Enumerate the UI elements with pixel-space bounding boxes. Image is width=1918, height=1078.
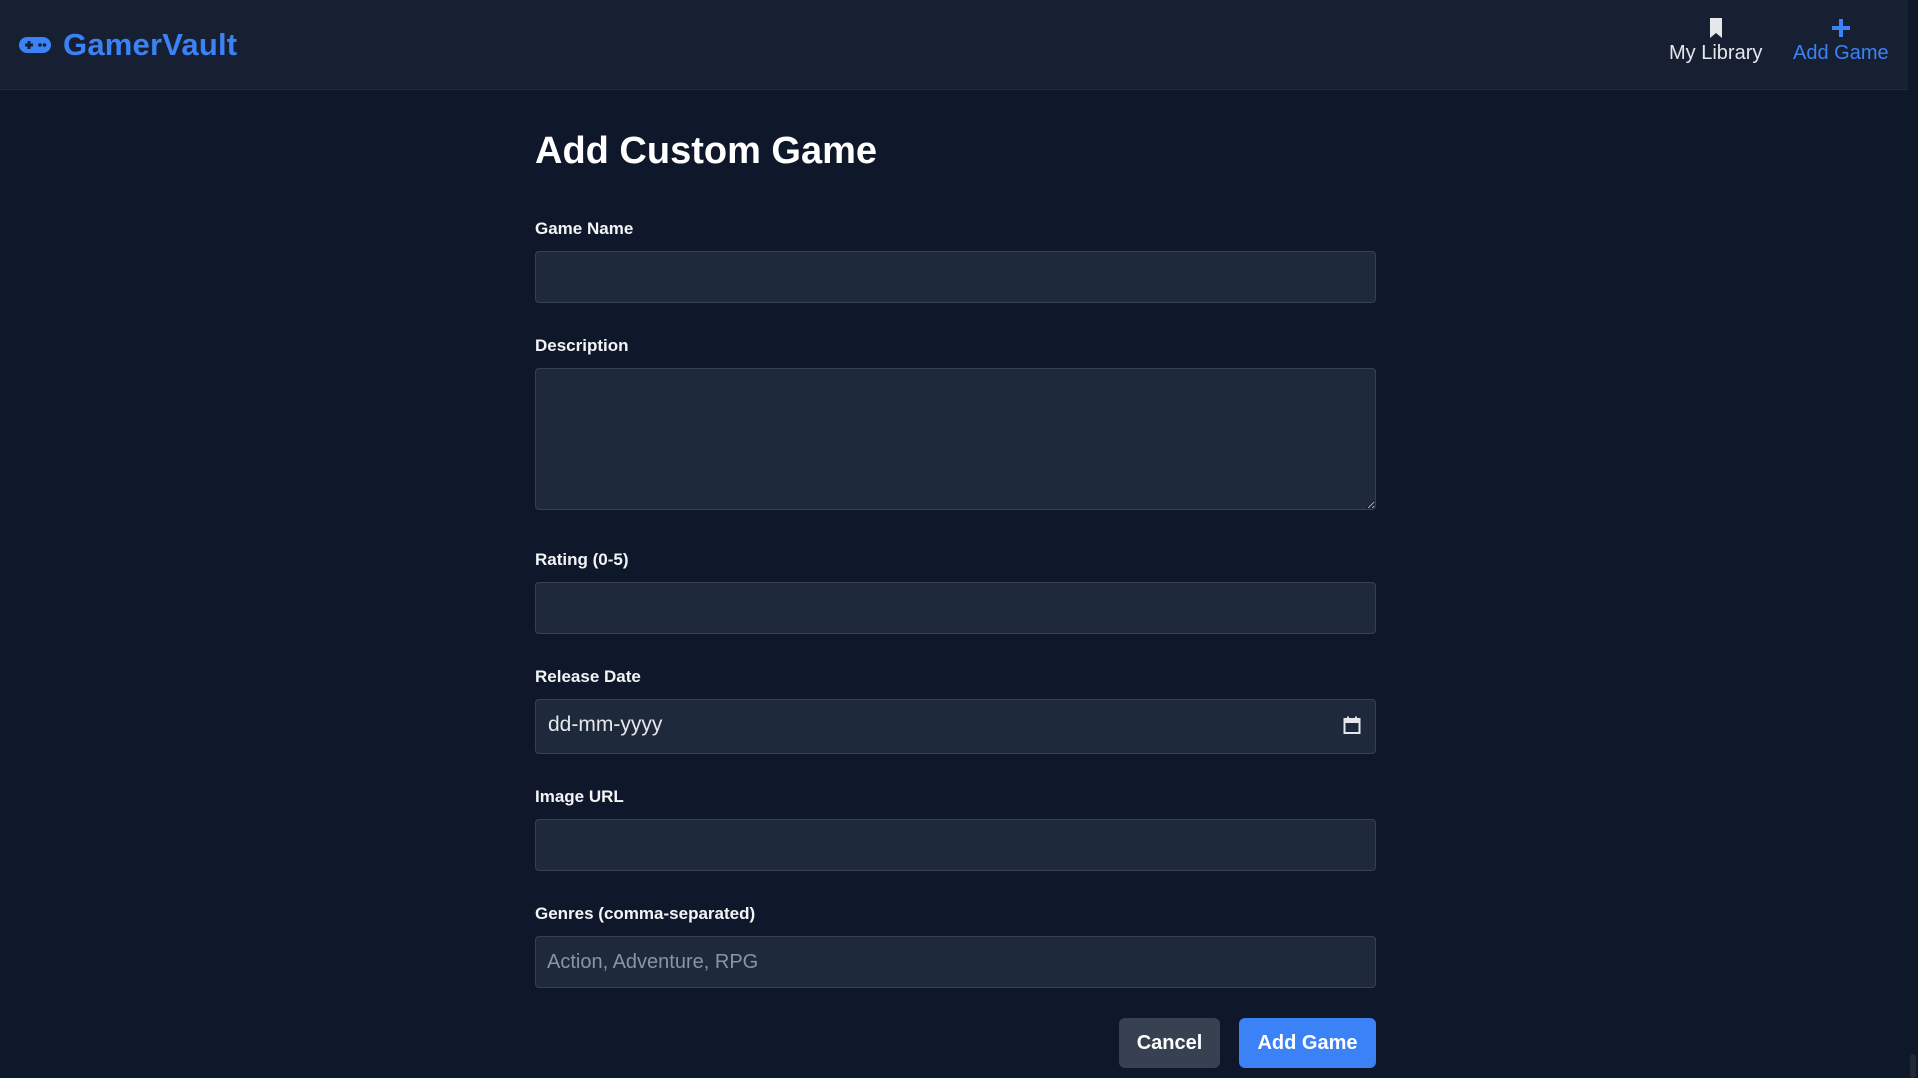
scrollbar-thumb[interactable] (1910, 1054, 1916, 1078)
genres-input[interactable] (535, 936, 1376, 988)
page-title: Add Custom Game (535, 130, 878, 172)
rating-label: Rating (0-5) (535, 550, 629, 569)
plus-icon (1831, 19, 1850, 37)
rating-input[interactable] (535, 582, 1376, 634)
nav-my-library-label: My Library (1669, 42, 1763, 64)
brand[interactable]: GamerVault (19, 24, 237, 66)
scrollbar[interactable] (1908, 0, 1918, 1078)
release-date-label: Release Date (535, 667, 641, 686)
bookmark-icon (1709, 18, 1722, 38)
description-label: Description (535, 336, 629, 355)
calendar-icon[interactable] (1343, 716, 1361, 735)
nav-add-game[interactable]: Add Game (1793, 16, 1889, 65)
nav-add-game-label: Add Game (1793, 42, 1889, 64)
description-textarea[interactable] (535, 368, 1376, 510)
gamepad-icon (19, 37, 51, 53)
add-game-button[interactable]: Add Game (1239, 1018, 1376, 1068)
brand-name: GamerVault (63, 27, 238, 62)
image-url-input[interactable] (535, 819, 1376, 871)
image-url-label: Image URL (535, 787, 624, 806)
navbar: GamerVault My Library Add Game (0, 0, 1908, 90)
game-name-label: Game Name (535, 219, 634, 238)
nav-my-library[interactable]: My Library (1669, 16, 1762, 65)
game-name-input[interactable] (535, 251, 1376, 303)
genres-label: Genres (comma-separated) (535, 904, 756, 923)
release-date-format: dd-mm-yyyy (548, 713, 663, 736)
cancel-button[interactable]: Cancel (1119, 1018, 1220, 1068)
